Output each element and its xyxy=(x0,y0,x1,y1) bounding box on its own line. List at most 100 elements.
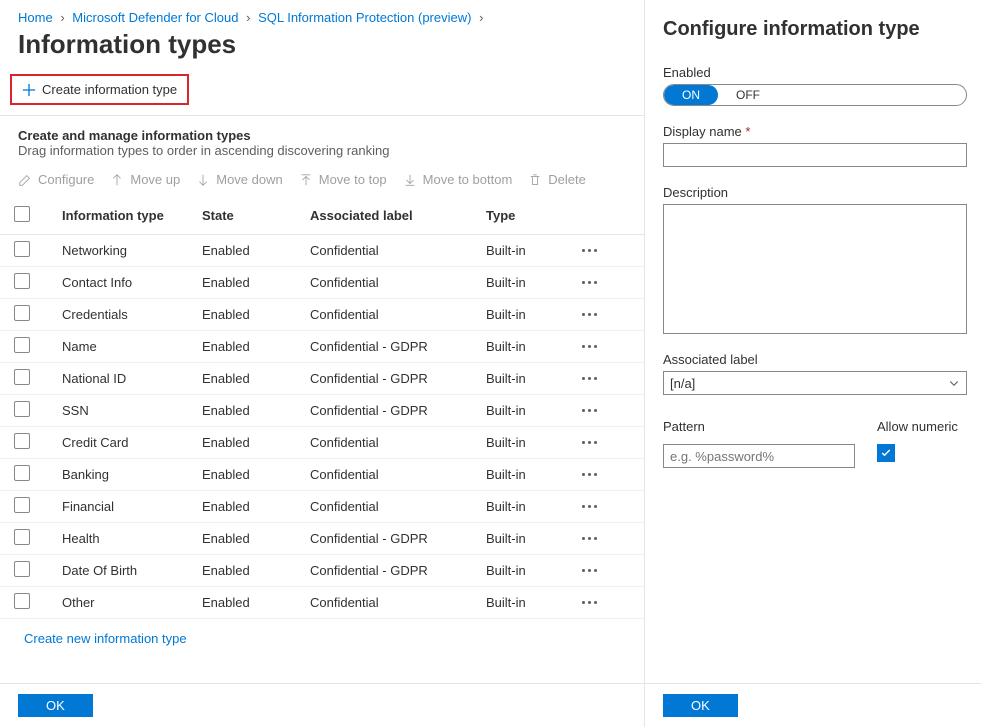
row-checkbox[interactable] xyxy=(14,337,30,353)
cell-name: Credentials xyxy=(62,307,202,322)
create-information-type-button[interactable]: Create information type xyxy=(10,74,189,105)
main-pane: Home › Microsoft Defender for Cloud › SQ… xyxy=(0,0,645,727)
col-type: Type xyxy=(486,208,566,223)
row-more-button[interactable] xyxy=(566,249,612,252)
cell-type: Built-in xyxy=(486,371,566,386)
table-row[interactable]: CredentialsEnabledConfidentialBuilt-in xyxy=(0,299,644,331)
row-more-button[interactable] xyxy=(566,505,612,508)
move-down-action[interactable]: Move down xyxy=(196,172,282,187)
cell-state: Enabled xyxy=(202,595,310,610)
create-button-label: Create information type xyxy=(42,82,177,97)
associated-label-label: Associated label xyxy=(663,352,967,367)
arrow-up-icon xyxy=(110,173,124,187)
table-row[interactable]: Credit CardEnabledConfidentialBuilt-in xyxy=(0,427,644,459)
row-more-button[interactable] xyxy=(566,281,612,284)
panel-title: Configure information type xyxy=(663,10,967,65)
associated-label-select[interactable]: [n/a] xyxy=(663,371,967,395)
pattern-label: Pattern xyxy=(663,419,855,434)
row-checkbox[interactable] xyxy=(14,433,30,449)
breadcrumb-defender[interactable]: Microsoft Defender for Cloud xyxy=(72,10,238,25)
table-row[interactable]: NameEnabledConfidential - GDPRBuilt-in xyxy=(0,331,644,363)
cell-state: Enabled xyxy=(202,563,310,578)
cell-name: Banking xyxy=(62,467,202,482)
chevron-right-icon: › xyxy=(56,10,68,25)
row-more-button[interactable] xyxy=(566,313,612,316)
row-checkbox[interactable] xyxy=(14,401,30,417)
ok-button-main[interactable]: OK xyxy=(18,694,93,717)
row-more-button[interactable] xyxy=(566,601,612,604)
associated-label-value: [n/a] xyxy=(670,376,695,391)
row-more-button[interactable] xyxy=(566,409,612,412)
row-more-button[interactable] xyxy=(566,377,612,380)
breadcrumb-sip[interactable]: SQL Information Protection (preview) xyxy=(258,10,471,25)
cell-label: Confidential - GDPR xyxy=(310,403,486,418)
row-checkbox[interactable] xyxy=(14,593,30,609)
cell-state: Enabled xyxy=(202,275,310,290)
breadcrumb: Home › Microsoft Defender for Cloud › SQ… xyxy=(0,0,644,25)
breadcrumb-home[interactable]: Home xyxy=(18,10,53,25)
check-icon xyxy=(880,447,892,459)
row-checkbox[interactable] xyxy=(14,529,30,545)
ok-button-panel[interactable]: OK xyxy=(663,694,738,717)
table-row[interactable]: FinancialEnabledConfidentialBuilt-in xyxy=(0,491,644,523)
toggle-off[interactable]: OFF xyxy=(718,85,778,105)
col-info-type: Information type xyxy=(62,208,202,223)
table-row[interactable]: National IDEnabledConfidential - GDPRBui… xyxy=(0,363,644,395)
select-all-checkbox[interactable] xyxy=(14,206,30,222)
display-name-input[interactable] xyxy=(663,143,967,167)
row-checkbox[interactable] xyxy=(14,305,30,321)
move-top-action[interactable]: Move to top xyxy=(299,172,387,187)
table-row[interactable]: NetworkingEnabledConfidentialBuilt-in xyxy=(0,235,644,267)
row-checkbox[interactable] xyxy=(14,241,30,257)
cell-label: Confidential - GDPR xyxy=(310,371,486,386)
table-row[interactable]: Date Of BirthEnabledConfidential - GDPRB… xyxy=(0,555,644,587)
configure-panel: Configure information type Enabled ON OF… xyxy=(645,0,981,727)
toggle-on[interactable]: ON xyxy=(664,85,718,105)
cell-name: Contact Info xyxy=(62,275,202,290)
cell-state: Enabled xyxy=(202,371,310,386)
row-checkbox[interactable] xyxy=(14,273,30,289)
cell-state: Enabled xyxy=(202,339,310,354)
cell-state: Enabled xyxy=(202,243,310,258)
cell-name: Date Of Birth xyxy=(62,563,202,578)
table-row[interactable]: OtherEnabledConfidentialBuilt-in xyxy=(0,587,644,619)
configure-action[interactable]: Configure xyxy=(18,172,94,187)
table-row[interactable]: HealthEnabledConfidential - GDPRBuilt-in xyxy=(0,523,644,555)
cell-label: Confidential xyxy=(310,467,486,482)
row-more-button[interactable] xyxy=(566,569,612,572)
cell-label: Confidential xyxy=(310,435,486,450)
trash-icon xyxy=(528,173,542,187)
cell-label: Confidential xyxy=(310,307,486,322)
cell-type: Built-in xyxy=(486,307,566,322)
create-new-link[interactable]: Create new information type xyxy=(0,619,644,658)
row-checkbox[interactable] xyxy=(14,369,30,385)
row-toolbar: Configure Move up Move down Move to top … xyxy=(0,164,644,197)
allow-numeric-checkbox[interactable] xyxy=(877,444,895,462)
col-state: State xyxy=(202,208,310,223)
delete-action[interactable]: Delete xyxy=(528,172,586,187)
cell-type: Built-in xyxy=(486,499,566,514)
row-more-button[interactable] xyxy=(566,537,612,540)
row-checkbox[interactable] xyxy=(14,561,30,577)
row-checkbox[interactable] xyxy=(14,497,30,513)
cell-label: Confidential xyxy=(310,499,486,514)
cell-state: Enabled xyxy=(202,499,310,514)
cell-name: Name xyxy=(62,339,202,354)
arrow-bottom-icon xyxy=(403,173,417,187)
move-bottom-action[interactable]: Move to bottom xyxy=(403,172,513,187)
description-input[interactable] xyxy=(663,204,967,334)
table-row[interactable]: BankingEnabledConfidentialBuilt-in xyxy=(0,459,644,491)
row-more-button[interactable] xyxy=(566,345,612,348)
row-more-button[interactable] xyxy=(566,441,612,444)
cell-name: Other xyxy=(62,595,202,610)
table-row[interactable]: Contact InfoEnabledConfidentialBuilt-in xyxy=(0,267,644,299)
row-checkbox[interactable] xyxy=(14,465,30,481)
pattern-input[interactable] xyxy=(663,444,855,468)
enabled-toggle[interactable]: ON OFF xyxy=(663,84,967,106)
table-row[interactable]: SSNEnabledConfidential - GDPRBuilt-in xyxy=(0,395,644,427)
col-label: Associated label xyxy=(310,208,486,223)
move-up-action[interactable]: Move up xyxy=(110,172,180,187)
enabled-label: Enabled xyxy=(663,65,967,80)
cell-type: Built-in xyxy=(486,403,566,418)
row-more-button[interactable] xyxy=(566,473,612,476)
